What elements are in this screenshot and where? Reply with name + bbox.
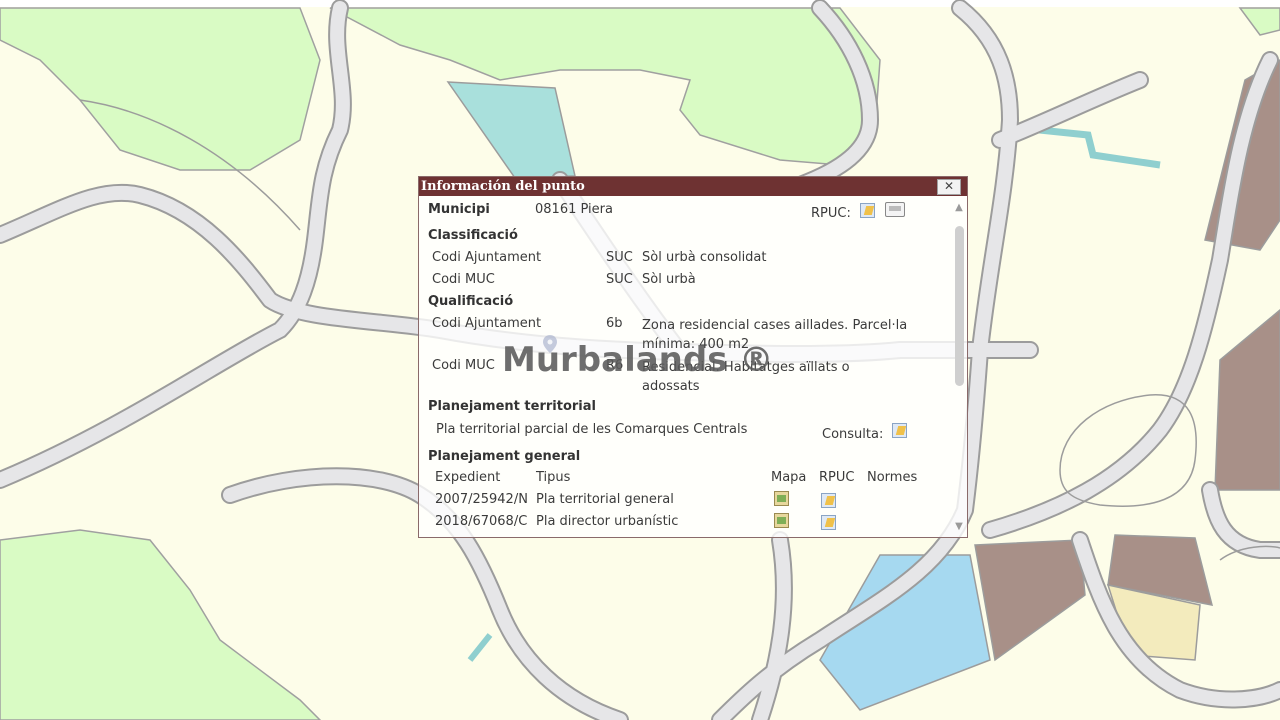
qualificacio-code-1: 6b [606, 316, 623, 331]
classificacio-code-1: SUC [606, 250, 633, 265]
tipus-1: Pla territorial general [536, 492, 674, 507]
rpuc-icon-1[interactable] [821, 493, 836, 508]
planejament-general-heading: Planejament general [428, 449, 581, 464]
close-button[interactable]: ✕ [937, 179, 961, 195]
popup-scrollbar[interactable]: ▲ ▼ [951, 196, 967, 537]
rpuc-icon-2[interactable] [821, 515, 836, 530]
map-icon-2[interactable] [774, 513, 789, 528]
expedient-2: 2018/67068/C [435, 514, 528, 529]
map-icon-1[interactable] [774, 491, 789, 506]
consulta-icon[interactable] [892, 423, 907, 438]
qualificacio-label-2: Codi MUC [432, 358, 495, 373]
planejament-territorial-heading: Planejament territorial [428, 399, 596, 414]
scroll-down-icon[interactable]: ▼ [953, 521, 965, 533]
top-strip [0, 0, 1280, 7]
column-rpuc: RPUC [819, 470, 855, 485]
classificacio-heading: Classificació [428, 228, 518, 243]
column-expedient: Expedient [435, 470, 501, 485]
column-tipus: Tipus [536, 470, 571, 485]
classificacio-label-1: Codi Ajuntament [432, 250, 542, 265]
map-viewer[interactable]: Información del punto ✕ Municipi 08161 P… [0, 0, 1280, 720]
tipus-2: Pla director urbanístic [536, 514, 679, 529]
consulta-label: Consulta: [822, 427, 884, 442]
qualificacio-label-1: Codi Ajuntament [432, 316, 542, 331]
expedient-1: 2007/25942/N [435, 492, 528, 507]
watermark: Murbalands ® [502, 340, 774, 380]
planejament-territorial-plan: Pla territorial parcial de les Comarques… [436, 422, 748, 437]
classificacio-desc-1: Sòl urbà consolidat [642, 250, 767, 265]
classificacio-label-2: Codi MUC [432, 272, 495, 287]
rpuc-label: RPUC: [811, 206, 851, 221]
close-icon[interactable]: ✕ [944, 179, 954, 193]
classificacio-desc-2: Sòl urbà [642, 272, 696, 287]
printer-icon[interactable] [885, 202, 905, 217]
scroll-up-icon[interactable]: ▲ [953, 202, 965, 214]
popup-title: Información del punto [419, 177, 967, 196]
column-mapa: Mapa [771, 470, 807, 485]
classificacio-code-2: SUC [606, 272, 633, 287]
municipi-value: 08161 Piera [535, 202, 613, 217]
document-link-icon[interactable] [860, 203, 875, 218]
qualificacio-heading: Qualificació [428, 294, 514, 309]
municipi-label: Municipi [428, 202, 490, 217]
column-normes: Normes [867, 470, 918, 485]
scroll-thumb[interactable] [955, 226, 964, 386]
